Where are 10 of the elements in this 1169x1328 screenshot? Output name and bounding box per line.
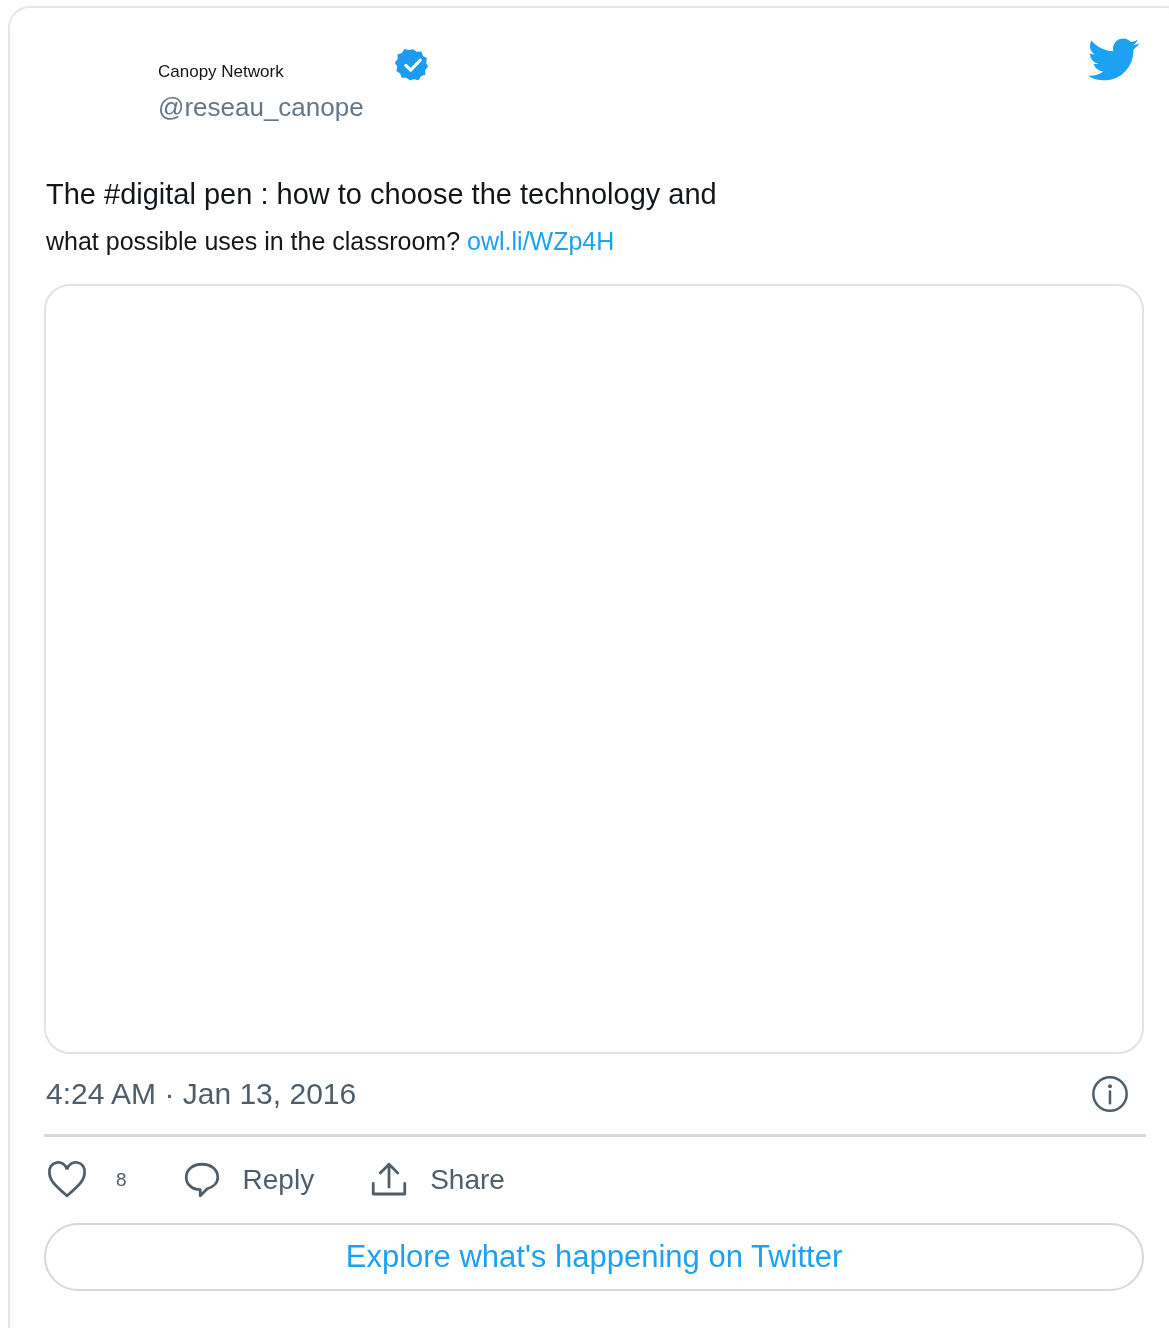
like-button[interactable]: 8 [46,1159,127,1201]
tweet-timestamp[interactable]: 4:24 AM · Jan 13, 2016 [46,1077,357,1111]
tweet-text: The #digital pen : how to choose the technology and [46,178,718,211]
bird-icon [1088,38,1140,82]
reply-button[interactable]: Reply [180,1159,315,1201]
info-icon[interactable] [1090,1074,1130,1114]
tweet-text: what possible uses in the classroom? owl.li/WZp4H [46,227,616,256]
share-button[interactable]: Share [368,1159,505,1201]
account-name[interactable]: Canopy Network [158,62,284,82]
account-handle[interactable]: @reseau_canope [158,92,432,123]
